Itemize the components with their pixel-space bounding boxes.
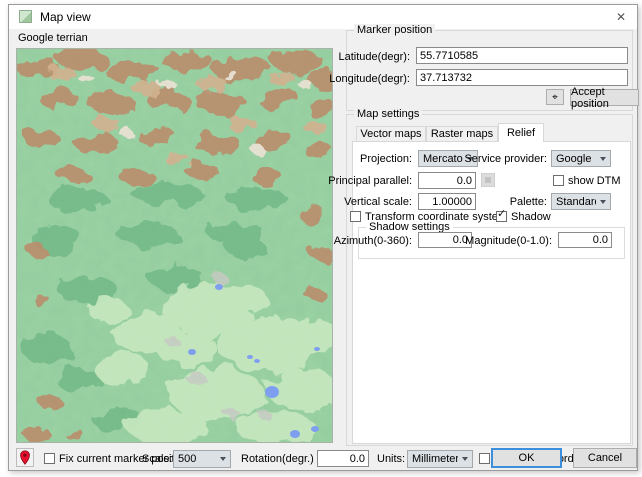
chevron-down-icon	[600, 156, 606, 161]
app-icon	[19, 10, 32, 23]
principal-parallel-picker-button[interactable]	[481, 173, 495, 187]
tab-vector-maps[interactable]: Vector maps	[356, 126, 426, 142]
check-icon: ✓	[497, 208, 507, 220]
vertical-scale-field[interactable]	[418, 193, 476, 210]
fix-marker-checkbox[interactable]	[44, 453, 55, 464]
longitude-label: Longitude(degr):	[329, 73, 410, 85]
service-provider-label: Service provider:	[464, 153, 547, 165]
units-label: Units:	[377, 453, 406, 465]
rotation-field[interactable]	[317, 450, 369, 467]
scale-label: Scale:	[142, 453, 173, 465]
azimuth-field[interactable]	[418, 232, 472, 248]
center-marker-button[interactable]: ⌖	[546, 89, 564, 105]
terrain-map[interactable]	[16, 48, 333, 443]
marker-pin-button[interactable]	[16, 448, 34, 467]
put-real-coordinates-checkbox[interactable]	[479, 453, 490, 464]
tab-raster-maps[interactable]: Raster maps	[426, 126, 498, 142]
magnitude-field[interactable]	[558, 232, 612, 248]
latitude-label: Latitude(degr):	[338, 51, 410, 63]
shadow-checkbox[interactable]: ✓	[496, 208, 507, 222]
shadow-label: Shadow	[511, 211, 551, 223]
units-select[interactable]: Millimeters	[407, 450, 473, 468]
show-dtm-label: show DTM	[568, 175, 621, 187]
scale-select[interactable]: 500	[173, 450, 231, 468]
azimuth-label: Azimuth(0-360):	[333, 235, 412, 247]
chevron-down-icon	[220, 457, 226, 461]
vertical-scale-label: Vertical scale:	[344, 196, 412, 208]
service-provider-select[interactable]: Google	[551, 150, 611, 167]
center-marker-icon: ⌖	[552, 91, 558, 103]
window-title: Map view	[40, 10, 91, 24]
close-icon[interactable]: ✕	[607, 6, 635, 27]
principal-parallel-field[interactable]	[418, 172, 476, 189]
map-view-dialog: Map view ✕ Google terrian Marker positio…	[8, 4, 639, 471]
palette-select[interactable]: Standard	[551, 193, 611, 210]
title-bar: Map view ✕	[9, 5, 637, 29]
screenshot-stage: Map view ✕ Google terrian Marker positio…	[0, 0, 642, 477]
ok-button[interactable]: OK	[491, 448, 562, 468]
terrain-map-art	[17, 49, 332, 442]
chevron-down-icon	[462, 457, 468, 461]
principal-parallel-label: Principal parallel:	[328, 175, 412, 187]
longitude-field[interactable]	[416, 69, 628, 86]
show-dtm-checkbox[interactable]	[553, 175, 564, 186]
cancel-button[interactable]: Cancel	[573, 448, 637, 468]
map-settings-group-label: Map settings	[354, 108, 423, 121]
map-panel-label: Google terrian	[18, 32, 88, 44]
accept-position-button[interactable]: Accept position	[570, 86, 639, 110]
marker-pin-icon	[20, 450, 30, 465]
marker-position-group-label: Marker position	[354, 24, 436, 37]
tab-relief[interactable]: Relief	[498, 123, 544, 142]
rotation-label: Rotation(degr.)	[241, 453, 314, 465]
projection-label: Projection:	[360, 153, 412, 165]
transform-coordinate-system-checkbox[interactable]	[350, 211, 361, 222]
latitude-field[interactable]	[416, 47, 628, 64]
palette-label: Palette:	[509, 196, 547, 208]
chevron-down-icon	[600, 199, 606, 204]
magnitude-label: Magnitude(0-1.0):	[465, 235, 552, 247]
